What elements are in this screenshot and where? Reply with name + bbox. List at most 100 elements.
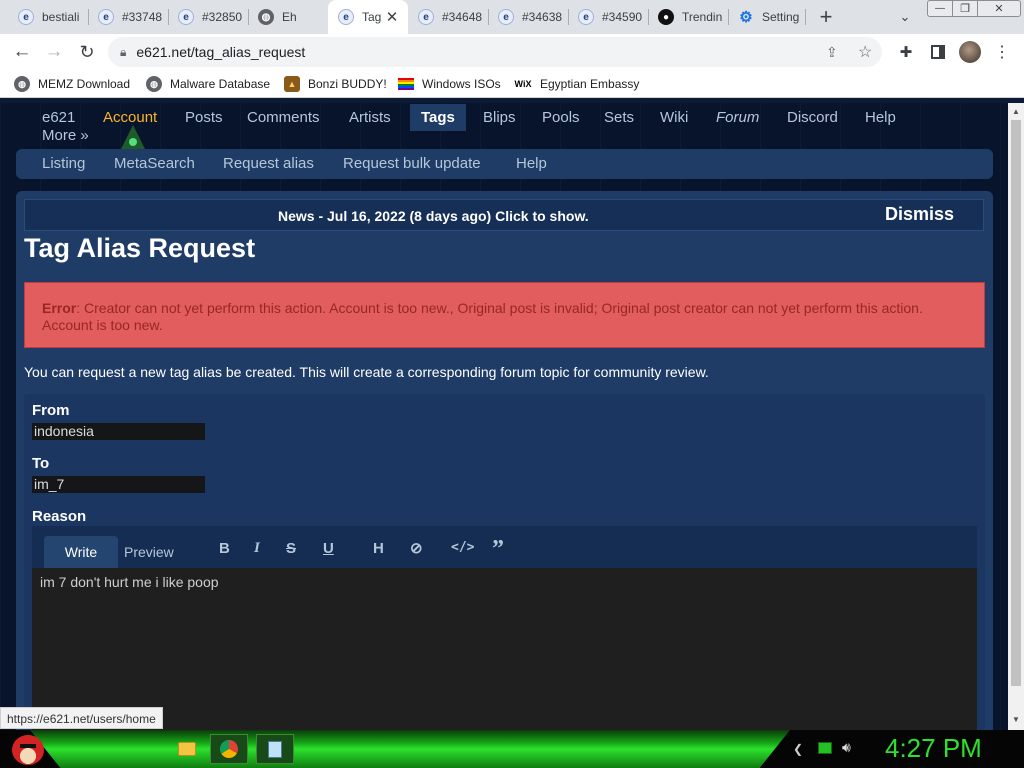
gear-icon: ⚙ (739, 9, 753, 26)
bookmark-bonzi-buddy[interactable]: ▲ Bonzi BUDDY! (284, 70, 387, 98)
spoiler-eye-slash-icon[interactable]: ⊘ (410, 539, 423, 557)
profile-avatar[interactable] (959, 41, 981, 63)
tab-post-32850[interactable]: e #32850 (168, 0, 248, 34)
news-banner[interactable]: News - Jul 16, 2022 (8 days ago) Click t… (24, 199, 984, 231)
tab-settings[interactable]: ⚙ Setting (728, 0, 806, 34)
tab-post-34648[interactable]: e #34648 (408, 0, 488, 34)
status-bar-url: https://e621.net/users/home (0, 707, 163, 729)
lock-icon: 🔒︎ (120, 44, 127, 59)
reason-textarea[interactable]: im 7 don't hurt me i like poop (32, 568, 977, 730)
bookmarks-bar: ◍ MEMZ Download ◍ Malware Database ▲ Bonzi … (0, 70, 1024, 98)
wix-icon: WiX (514, 79, 532, 89)
rainbow-flag-icon (398, 78, 414, 90)
subnav-request-bulk-update[interactable]: Request bulk update (343, 155, 481, 172)
write-tab[interactable]: Write (44, 536, 118, 568)
side-panel-icon[interactable] (928, 42, 948, 62)
notepad-taskbar-icon[interactable] (256, 734, 294, 764)
strikethrough-icon[interactable]: S (286, 540, 296, 557)
file-explorer-icon[interactable] (172, 734, 202, 764)
sub-nav: Listing MetaSearch Request alias Request… (16, 149, 993, 179)
subnav-request-alias[interactable]: Request alias (223, 155, 314, 172)
nav-posts[interactable]: Posts (185, 109, 223, 126)
italic-icon[interactable]: I (254, 540, 260, 557)
close-window-button[interactable]: ✕ (977, 0, 1021, 17)
bookmark-malware-database[interactable]: ◍ Malware Database (146, 70, 270, 98)
bookmark-egyptian-embassy[interactable]: WiX Egyptian Embassy (514, 70, 640, 98)
forward-arrow-icon[interactable]: → (42, 40, 66, 64)
bookmark-windows-isos[interactable]: Windows ISOs (398, 70, 501, 98)
tab-eh[interactable]: ◍ Eh (248, 0, 328, 34)
scrollbar[interactable]: ▲ ▼ (1008, 103, 1024, 730)
browser-toolbar: ← → ↻ 🔒︎ e621.net/tag_alias_request ⇪ ☆ … (0, 34, 1024, 70)
subnav-listing[interactable]: Listing (42, 155, 85, 172)
tab-post-33748[interactable]: e #33748 (88, 0, 168, 34)
bold-icon[interactable]: B (219, 540, 230, 557)
underline-icon[interactable]: U (323, 540, 334, 557)
tray-monitor-icon[interactable] (818, 742, 832, 754)
e621-icon: e (338, 9, 354, 25)
quote-icon[interactable]: ” (492, 536, 504, 563)
tray-network-icon[interactable]: ❮ (793, 742, 803, 756)
scroll-up-arrow-icon[interactable]: ▲ (1012, 107, 1020, 116)
extensions-puzzle-icon[interactable]: ✚ (896, 42, 916, 62)
scroll-thumb[interactable] (1011, 120, 1021, 686)
tray-volume-icon[interactable]: 🔊︎ (842, 739, 851, 756)
chrome-taskbar-icon[interactable] (210, 734, 248, 764)
nav-account[interactable]: Account (103, 109, 157, 126)
reason-editor: Write Preview B I S U H ⊘ </> ” im 7 don… (32, 526, 977, 730)
nav-tags[interactable]: Tags (410, 104, 466, 131)
star-icon[interactable]: ☆ (858, 42, 872, 62)
nav-forum[interactable]: Forum (716, 109, 759, 126)
from-input[interactable]: indonesia (32, 423, 205, 440)
start-button-angry-bird-icon[interactable] (10, 730, 46, 768)
dismiss-button[interactable]: Dismiss (885, 204, 954, 225)
nav-artists[interactable]: Artists (349, 109, 391, 126)
tab-tag-alias[interactable]: e Tag ✕ (328, 0, 408, 34)
restore-button[interactable]: ❐ (952, 0, 978, 17)
new-tab-button[interactable]: + (814, 4, 838, 29)
nav-more[interactable]: More » (42, 127, 89, 144)
tab-bestiality[interactable]: e bestiali (8, 0, 88, 34)
share-icon[interactable]: ⇪ (826, 44, 838, 61)
nav-pools[interactable]: Pools (542, 109, 580, 126)
globe-icon: ◍ (14, 76, 30, 92)
news-text[interactable]: News - Jul 16, 2022 (8 days ago) Click t… (278, 208, 589, 224)
code-icon[interactable]: </> (451, 540, 474, 555)
tab-strip: e bestiali e #33748 e #32850 ◍ Eh e Tag ✕ e #34… (0, 0, 1024, 34)
nav-site-name[interactable]: e621 (42, 109, 75, 126)
tab-post-34590[interactable]: e #34590 (568, 0, 648, 34)
tab-trending[interactable]: ● Trendin (648, 0, 728, 34)
globe-icon: ◍ (146, 76, 162, 92)
page-title: Tag Alias Request (24, 233, 256, 263)
tab-post-34638[interactable]: e #34638 (488, 0, 568, 34)
nav-sets[interactable]: Sets (604, 109, 634, 126)
scroll-down-arrow-icon[interactable]: ▼ (1012, 715, 1020, 724)
nav-discord[interactable]: Discord (787, 109, 838, 126)
nav-wiki[interactable]: Wiki (660, 109, 688, 126)
github-icon: ● (658, 9, 674, 25)
reason-label: Reason (32, 508, 87, 525)
taskbar-clock[interactable]: 4:27 PM (885, 733, 982, 764)
e621-icon: e (18, 9, 34, 25)
url-text[interactable]: e621.net/tag_alias_request (136, 44, 305, 60)
to-label: To (32, 455, 50, 472)
nav-comments[interactable]: Comments (247, 109, 320, 126)
subnav-metasearch[interactable]: MetaSearch (114, 155, 195, 172)
reload-icon[interactable]: ↻ (75, 40, 99, 64)
close-tab-icon[interactable]: ✕ (384, 8, 400, 26)
to-input[interactable]: im_7 (32, 476, 205, 493)
e621-icon: e (418, 9, 434, 25)
tab-search-chevron-icon[interactable]: ⌄ (895, 8, 915, 26)
heading-icon[interactable]: H (373, 540, 384, 557)
menu-dots-icon[interactable]: ⋮ (994, 42, 1010, 62)
minimize-button[interactable]: — (927, 0, 953, 17)
taskbar-glow (30, 730, 790, 768)
address-bar[interactable]: 🔒︎ e621.net/tag_alias_request ⇪ ☆ (108, 37, 882, 67)
e621-icon: e (98, 9, 114, 25)
subnav-help[interactable]: Help (516, 155, 547, 172)
nav-help[interactable]: Help (865, 109, 896, 126)
preview-tab[interactable]: Preview (124, 536, 174, 568)
nav-blips[interactable]: Blips (483, 109, 516, 126)
bookmark-memz[interactable]: ◍ MEMZ Download (14, 70, 130, 98)
back-arrow-icon[interactable]: ← (10, 40, 34, 64)
